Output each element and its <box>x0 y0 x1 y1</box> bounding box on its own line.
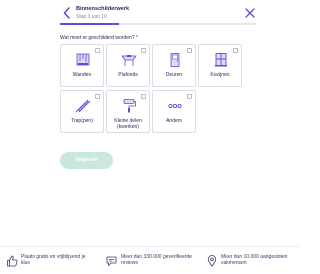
back-arrow-icon[interactable] <box>62 6 72 20</box>
option-checkbox[interactable] <box>233 48 238 53</box>
footer-feature-text: Meer dan 10.000 aangesloten vakmensen <box>221 254 288 266</box>
option-grid: Wanden Plafonds Deuren Kozijnen Trap(pen… <box>60 44 242 140</box>
option-card-kleine-delen[interactable]: Kleine delen (kwerken) <box>106 90 150 133</box>
page: Binnenschilderwerk Stap 3 van 10 Wat moe… <box>0 0 300 274</box>
option-checkbox[interactable] <box>187 94 192 99</box>
option-card-wanden[interactable]: Wanden <box>60 44 104 87</box>
progress-fill <box>60 23 119 25</box>
option-checkbox[interactable] <box>141 48 146 53</box>
question-label: Wat moet er geschilderd worden? * <box>60 35 138 41</box>
option-label: Anders <box>166 118 182 124</box>
option-card-deuren[interactable]: Deuren <box>152 44 196 87</box>
continue-button[interactable]: Volgende <box>60 152 113 169</box>
ceiling-icon <box>121 55 137 66</box>
option-label: Deuren <box>165 72 183 78</box>
thumbs-up-icon <box>7 255 18 267</box>
option-checkbox[interactable] <box>141 94 146 99</box>
footer-divider <box>0 246 300 247</box>
flow-title: Binnenschilderwerk <box>76 6 130 12</box>
progress-bar <box>60 23 256 25</box>
option-card-anders[interactable]: Anders <box>152 90 196 133</box>
more-icon <box>168 103 182 109</box>
option-card-plafonds[interactable]: Plafonds <box>106 44 150 87</box>
location-icon <box>207 255 217 267</box>
wall-icon <box>76 53 90 66</box>
option-checkbox[interactable] <box>187 48 192 53</box>
option-label: Kozijnen <box>210 72 230 78</box>
option-card-kozijnen[interactable]: Kozijnen <box>198 44 242 87</box>
door-icon <box>170 53 180 67</box>
close-icon[interactable] <box>244 7 256 19</box>
chat-icon <box>106 256 117 266</box>
footer-feature-text: Meer dan 330.000 geverifieerde reviews <box>121 254 192 266</box>
option-checkbox[interactable] <box>95 94 100 99</box>
option-label: Trap(pen) <box>71 118 93 124</box>
paint-roller-icon <box>123 99 136 113</box>
header: Binnenschilderwerk Stap 3 van 10 <box>60 4 256 24</box>
option-card-trappen[interactable]: Trap(pen) <box>60 90 104 133</box>
footer-feature-text: Plaats gratis en vrijblijvend je klus <box>21 254 86 266</box>
window-frame-icon <box>215 53 227 67</box>
option-label: Kleine delen (kwerken) <box>114 118 142 130</box>
stairs-icon <box>75 99 91 113</box>
option-label: Wanden <box>72 72 92 78</box>
step-indicator: Stap 3 van 10 <box>76 14 107 20</box>
option-label: Plafonds <box>118 72 138 78</box>
option-checkbox[interactable] <box>95 48 100 53</box>
